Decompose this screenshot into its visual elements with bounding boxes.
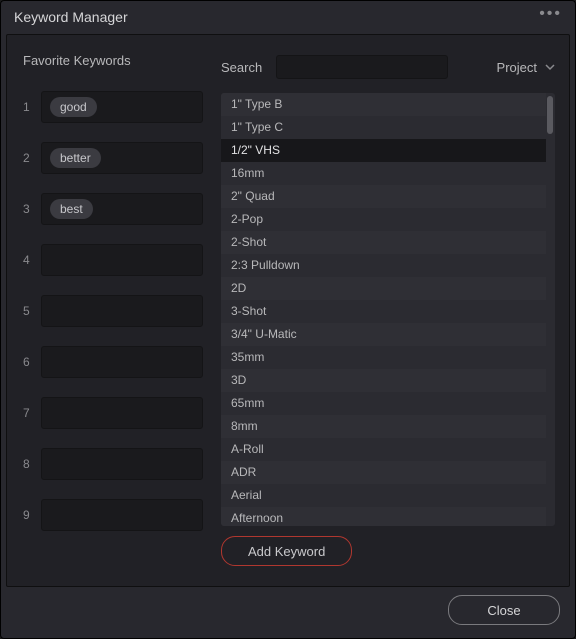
add-keyword-label: Add Keyword: [248, 544, 325, 559]
favorite-slot: 8: [23, 447, 203, 481]
chevron-down-icon: [545, 60, 555, 75]
favorite-input[interactable]: [41, 448, 203, 480]
favorite-input[interactable]: [41, 346, 203, 378]
close-button[interactable]: Close: [448, 595, 560, 625]
scrollbar-thumb[interactable]: [547, 96, 553, 134]
favorite-number: 9: [23, 508, 41, 522]
favorite-input[interactable]: [41, 244, 203, 276]
favorite-input[interactable]: [41, 397, 203, 429]
footer: Close: [448, 595, 560, 625]
favorite-number: 7: [23, 406, 41, 420]
favorites-heading: Favorite Keywords: [23, 53, 203, 68]
close-button-label: Close: [487, 603, 520, 618]
search-input[interactable]: [276, 55, 448, 79]
favorite-number: 3: [23, 202, 41, 216]
favorite-input[interactable]: [41, 295, 203, 327]
favorite-slot: 3 best: [23, 192, 203, 226]
list-item[interactable]: 16mm: [221, 162, 546, 185]
list-item[interactable]: 8mm: [221, 415, 546, 438]
list-item[interactable]: 35mm: [221, 346, 546, 369]
scope-label: Project: [497, 60, 537, 75]
favorite-input[interactable]: good: [41, 91, 203, 123]
keyword-chip[interactable]: best: [50, 199, 93, 219]
search-label: Search: [221, 60, 262, 75]
list-item[interactable]: Afternoon: [221, 507, 546, 526]
keyword-manager-window: Keyword Manager ••• Favorite Keywords 1g…: [0, 0, 576, 639]
favorite-number: 2: [23, 151, 41, 165]
favorite-number: 8: [23, 457, 41, 471]
titlebar: Keyword Manager •••: [0, 0, 576, 34]
favorite-slot: 5: [23, 294, 203, 328]
scope-dropdown[interactable]: Project: [497, 60, 555, 75]
list-item[interactable]: A-Roll: [221, 438, 546, 461]
favorite-number: 1: [23, 100, 41, 114]
keyword-chip[interactable]: better: [50, 148, 101, 168]
list-item[interactable]: 3D: [221, 369, 546, 392]
more-options-icon[interactable]: •••: [539, 9, 562, 25]
list-item[interactable]: Aerial: [221, 484, 546, 507]
list-item[interactable]: 3/4" U-Matic: [221, 323, 546, 346]
list-item[interactable]: 65mm: [221, 392, 546, 415]
list-item[interactable]: 2" Quad: [221, 185, 546, 208]
favorite-slot: 2 better: [23, 141, 203, 175]
list-item[interactable]: 1" Type C: [221, 116, 546, 139]
favorite-input[interactable]: best: [41, 193, 203, 225]
list-item[interactable]: ADR: [221, 461, 546, 484]
favorite-slot: 9: [23, 498, 203, 532]
add-keyword-button[interactable]: Add Keyword: [221, 536, 352, 566]
search-row: Search Project: [221, 53, 555, 81]
main-panel: Favorite Keywords 1 good 2 better 3 best 4 5 6 7 8…: [6, 34, 570, 587]
favorite-number: 4: [23, 253, 41, 267]
favorites-column: Favorite Keywords 1 good 2 better 3 best 4 5 6 7 8…: [23, 53, 203, 549]
window-title: Keyword Manager: [14, 9, 128, 25]
list-item[interactable]: 3-Shot: [221, 300, 546, 323]
favorite-slot: 1 good: [23, 90, 203, 124]
keywords-column: Search Project 1" Type B1" Type C1/2" VH…: [221, 53, 555, 572]
favorite-slot: 7: [23, 396, 203, 430]
favorite-input[interactable]: better: [41, 142, 203, 174]
list-item[interactable]: 2D: [221, 277, 546, 300]
list-item[interactable]: 2:3 Pulldown: [221, 254, 546, 277]
scrollbar[interactable]: [547, 96, 553, 523]
favorite-slot: 6: [23, 345, 203, 379]
favorite-number: 5: [23, 304, 41, 318]
keyword-list[interactable]: 1" Type B1" Type C1/2" VHS16mm2" Quad2-P…: [221, 93, 546, 526]
list-item[interactable]: 1/2" VHS: [221, 139, 546, 162]
favorite-input[interactable]: [41, 499, 203, 531]
keyword-list-container: 1" Type B1" Type C1/2" VHS16mm2" Quad2-P…: [221, 93, 555, 526]
list-item[interactable]: 1" Type B: [221, 93, 546, 116]
list-item[interactable]: 2-Shot: [221, 231, 546, 254]
favorite-slot: 4: [23, 243, 203, 277]
favorite-number: 6: [23, 355, 41, 369]
list-item[interactable]: 2-Pop: [221, 208, 546, 231]
keyword-chip[interactable]: good: [50, 97, 97, 117]
